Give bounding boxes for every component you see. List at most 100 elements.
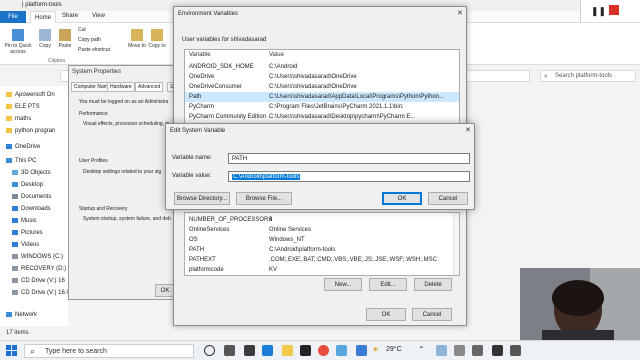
taskbar: ⌕ Type here to search ☀ 29°C ⌃ <box>0 340 640 360</box>
word-icon[interactable] <box>356 345 367 356</box>
paste-shortcut-button[interactable]: Paste shortcut <box>78 47 110 53</box>
table-row[interactable]: OneDrive C:\Users\shivadasarad\OneDrive <box>185 72 459 82</box>
stop-icon[interactable] <box>609 5 619 15</box>
nav-item[interactable]: WINDOWS (C:) <box>12 254 63 260</box>
table-row[interactable]: ANDROID_SDK_HOME C:\Android <box>185 62 459 72</box>
nav-item[interactable]: Network <box>6 312 37 318</box>
tab-share[interactable]: Share <box>62 13 78 19</box>
env-cancel-button[interactable]: Cancel <box>412 308 452 321</box>
table-row[interactable]: PATH C:\Android\platform-tools <box>185 245 459 255</box>
table-row[interactable]: OS Windows_NT <box>185 235 459 245</box>
logon-text: You must be logged on as an Administra <box>79 99 169 105</box>
copy-path-button[interactable]: Copy path <box>78 37 101 43</box>
folder-icon <box>12 254 18 259</box>
pin-quick-access-button[interactable]: Pin to Quick access <box>4 29 32 55</box>
tab-hardware[interactable]: Hardware <box>107 82 135 92</box>
table-row[interactable]: OneDriveConsumer C:\Users\shivadasarad\On… <box>185 82 459 92</box>
env-title: Environment Variables <box>178 11 238 17</box>
search-placeholder: Search platform-tools <box>555 73 613 79</box>
cortana-icon[interactable] <box>204 345 215 356</box>
table-row[interactable]: PATHEXT .COM;.EXE;.BAT;.CMD;.VBS;.VBE;.JS… <box>185 255 459 265</box>
performance-label: Performance <box>79 111 108 117</box>
variable-name-cell: OneDrive <box>189 74 215 80</box>
variable-name-input[interactable]: PATH <box>228 153 470 164</box>
table-row[interactable]: platformcode KV <box>185 265 459 275</box>
navigation-pane: Apowersoft On ELE PTS maths python progran O… <box>0 86 70 326</box>
profiles-text: Desktop settings related to your sig <box>83 169 162 175</box>
sound-icon[interactable] <box>510 345 521 356</box>
new-button[interactable]: New... <box>324 278 362 291</box>
item-count: 17 items <box>6 330 29 336</box>
table-row[interactable]: Path C:\Users\shivadasarad\AppData\Local\… <box>185 92 459 102</box>
nav-item[interactable]: OneDrive <box>6 144 40 150</box>
chevron-up-icon[interactable]: ⌃ <box>418 345 425 354</box>
move-to-button[interactable]: Move to <box>126 29 148 49</box>
app-icon[interactable] <box>244 345 255 356</box>
nav-item[interactable]: Videos <box>12 242 39 248</box>
tab-advanced[interactable]: Advanced <box>135 82 164 92</box>
volume-icon[interactable] <box>454 345 465 356</box>
table-row[interactable]: NUMBER_OF_PROCESSORS 4 <box>185 215 459 225</box>
variable-name-cell: PATHEXT <box>189 257 216 263</box>
nav-item[interactable]: Desktop <box>12 182 43 188</box>
copy-to-icon <box>151 29 163 41</box>
nav-item[interactable]: Downloads <box>12 206 51 212</box>
copy-to-button[interactable]: Copy to <box>146 29 168 49</box>
edit-ok-button[interactable]: OK <box>382 192 422 205</box>
browse-file-button[interactable]: Browse File... <box>236 192 292 205</box>
network-icon[interactable] <box>436 345 447 356</box>
browse-directory-button[interactable]: Browse Directory... <box>174 192 230 205</box>
edit-cancel-button[interactable]: Cancel <box>428 192 468 205</box>
table-row[interactable]: PyCharm Community Edition C:\Users\shivad… <box>185 112 459 122</box>
tab-view[interactable]: View <box>92 13 105 19</box>
nav-item[interactable]: CD Drive (V:) 16 <box>12 278 65 284</box>
tab-file[interactable]: File <box>0 11 26 23</box>
nav-item[interactable]: Music <box>12 218 37 224</box>
nav-item[interactable]: This PC <box>6 158 36 164</box>
nav-item[interactable]: Apowersoft On <box>6 92 55 98</box>
temperature: 29°C <box>386 346 402 353</box>
sysprops-ok-button[interactable]: OK <box>155 284 175 297</box>
env-ok-button[interactable]: OK <box>366 308 406 321</box>
paste-button[interactable]: Paste <box>54 29 76 49</box>
search-icon: ⌕ <box>544 73 548 80</box>
variable-value-cell: C:\Users\shivadasarad\Desktop\pycharm\Py… <box>269 114 416 120</box>
windows-start-icon[interactable] <box>6 345 17 356</box>
close-icon[interactable]: ✕ <box>465 126 471 134</box>
nav-item[interactable]: 3D Objects <box>12 170 51 176</box>
tab-home[interactable]: Home <box>30 11 57 23</box>
copy-button[interactable]: Copy <box>34 29 56 49</box>
chrome-icon[interactable] <box>318 345 329 356</box>
nav-item[interactable]: maths <box>6 116 31 122</box>
pause-icon[interactable]: ❚❚ <box>591 6 606 17</box>
search-box[interactable]: ⌕ Search platform-tools <box>540 70 636 82</box>
nav-item-label: Music <box>21 218 37 224</box>
task-view-icon[interactable] <box>224 345 235 356</box>
delete-button[interactable]: Delete <box>414 278 452 291</box>
nav-item[interactable]: ELE PTS <box>6 104 40 110</box>
table-row[interactable]: OnlineServices Online Services <box>185 225 459 235</box>
variable-value-input[interactable]: C:\Android\platform-tools <box>228 171 470 182</box>
variable-value-label: Variable value: <box>172 173 212 179</box>
taskbar-search[interactable]: ⌕ Type here to search <box>24 344 194 358</box>
scrollbar[interactable] <box>453 213 459 275</box>
edge-icon[interactable] <box>262 345 273 356</box>
nav-item-label: RECOVERY (D:) <box>21 266 67 272</box>
close-icon[interactable]: ✕ <box>457 9 463 17</box>
variable-value-selected: C:\Android\platform-tools <box>232 174 301 180</box>
nav-item[interactable]: python progran <box>6 128 55 134</box>
nav-item[interactable]: RECOVERY (D:) <box>12 266 66 272</box>
settings-icon[interactable] <box>336 345 347 356</box>
file-explorer-icon[interactable] <box>282 345 293 356</box>
nav-item[interactable]: Pictures <box>12 230 43 236</box>
nav-item[interactable]: CD Drive (V:) 16.0 <box>12 290 70 296</box>
nav-item-label: python progran <box>15 128 56 134</box>
table-row[interactable]: PyCharm C:\Program Files\JetBrains\PyChar… <box>185 102 459 112</box>
store-icon[interactable] <box>300 345 311 356</box>
nav-item[interactable]: Documents <box>12 194 51 200</box>
cut-button[interactable]: Cut <box>78 27 86 33</box>
col-variable: Variable <box>189 52 211 58</box>
wifi-icon[interactable] <box>492 345 503 356</box>
battery-icon[interactable] <box>472 345 483 356</box>
edit-button[interactable]: Edit... <box>369 278 407 291</box>
